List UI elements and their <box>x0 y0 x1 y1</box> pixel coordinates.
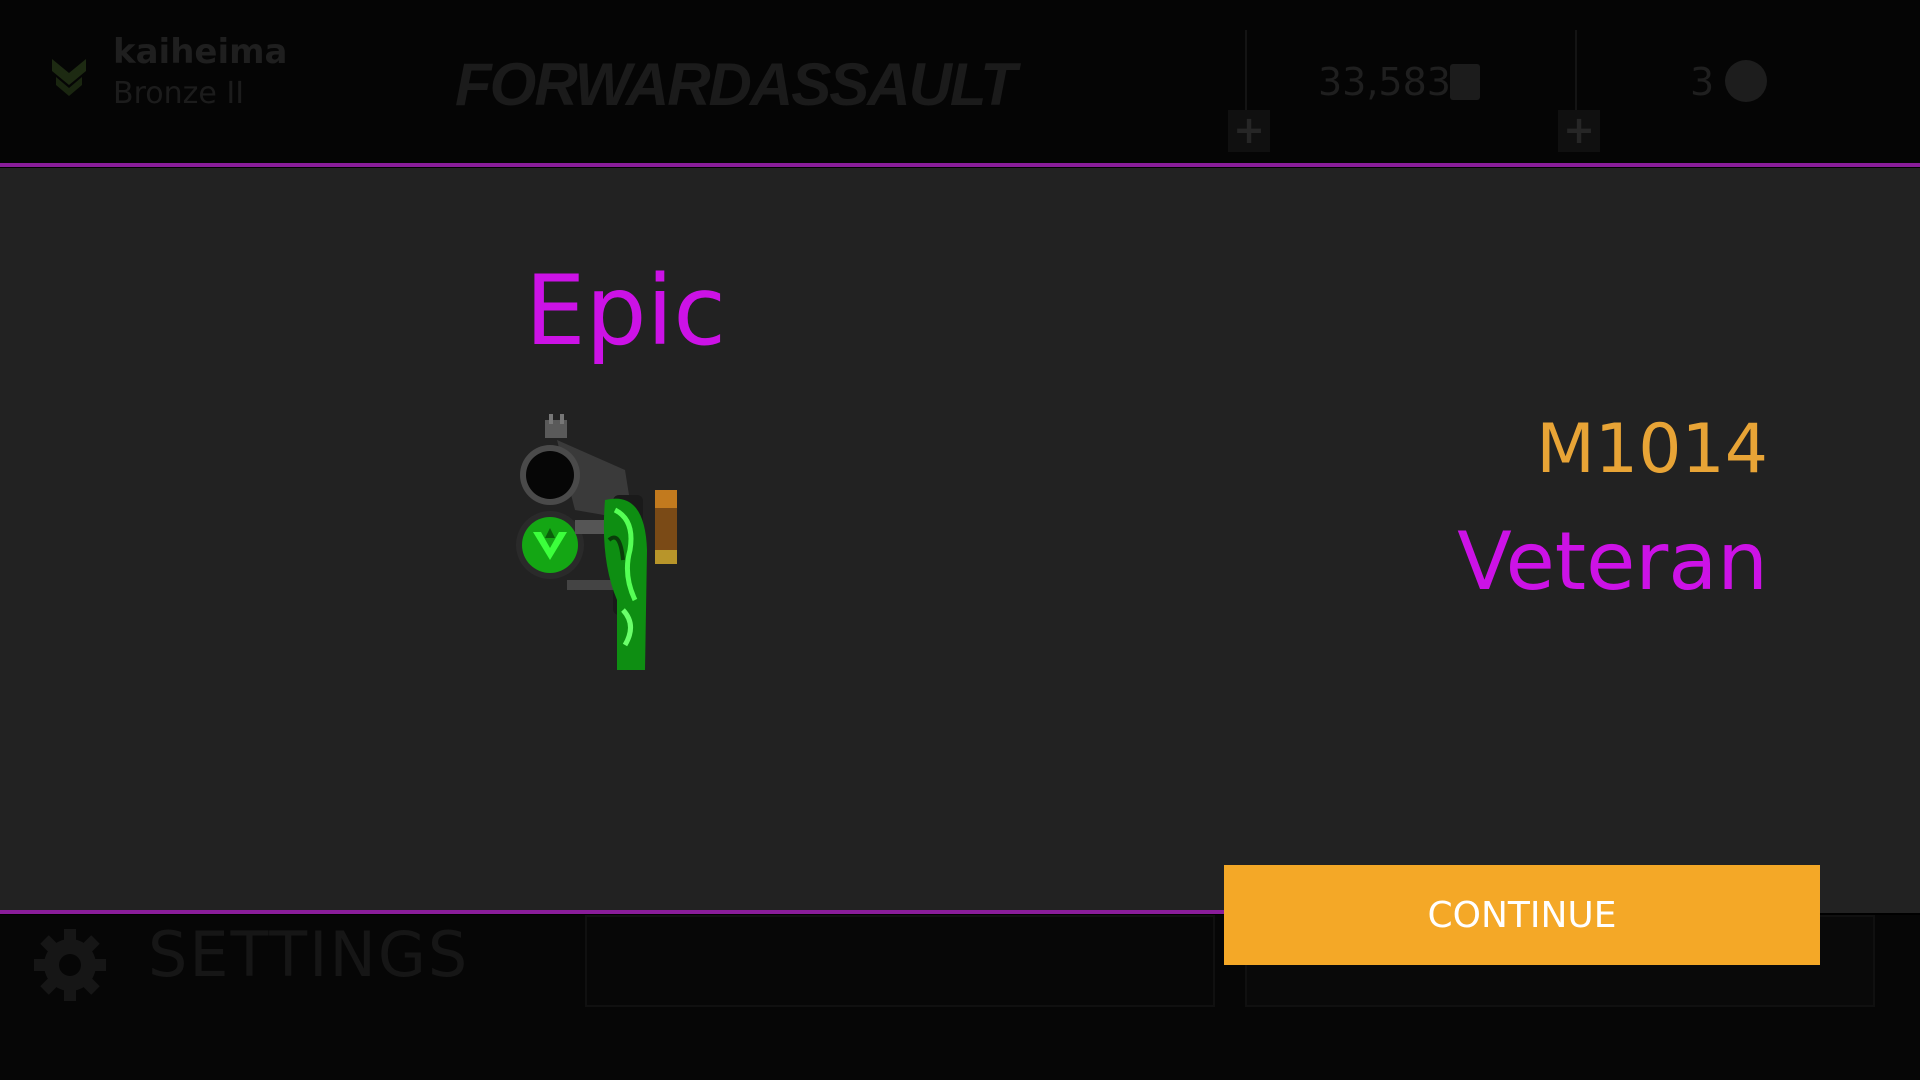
gold-amount: 3 <box>1690 60 1715 104</box>
game-logo: FORWARDASSAULT <box>455 51 1017 118</box>
gear-icon <box>34 929 106 1001</box>
bottom-accent-line <box>0 910 1224 914</box>
weapon-skin-image <box>516 414 677 670</box>
buy-credits-button[interactable]: + <box>1228 110 1270 152</box>
rarity-heading: Epic <box>525 255 727 367</box>
weapon-name: M1014 <box>1536 410 1768 489</box>
credits-icon <box>1450 64 1480 100</box>
buy-gold-button[interactable]: + <box>1558 110 1600 152</box>
player-rank: Bronze II <box>113 76 245 111</box>
continue-button[interactable]: CONTINUE <box>1224 865 1820 965</box>
skin-name: Veteran <box>1457 515 1768 608</box>
credits-amount: 33,583 <box>1318 60 1451 104</box>
top-bar: kaiheima Bronze II FORWARDASSAULT 33,583… <box>0 0 1920 165</box>
rank-chevron-icon <box>52 59 86 96</box>
background-panel <box>585 915 1215 1007</box>
top-accent-line <box>0 163 1920 167</box>
player-username: kaiheima <box>113 32 288 72</box>
gold-coin-icon <box>1725 60 1767 102</box>
settings-label[interactable]: SETTINGS <box>148 918 469 991</box>
